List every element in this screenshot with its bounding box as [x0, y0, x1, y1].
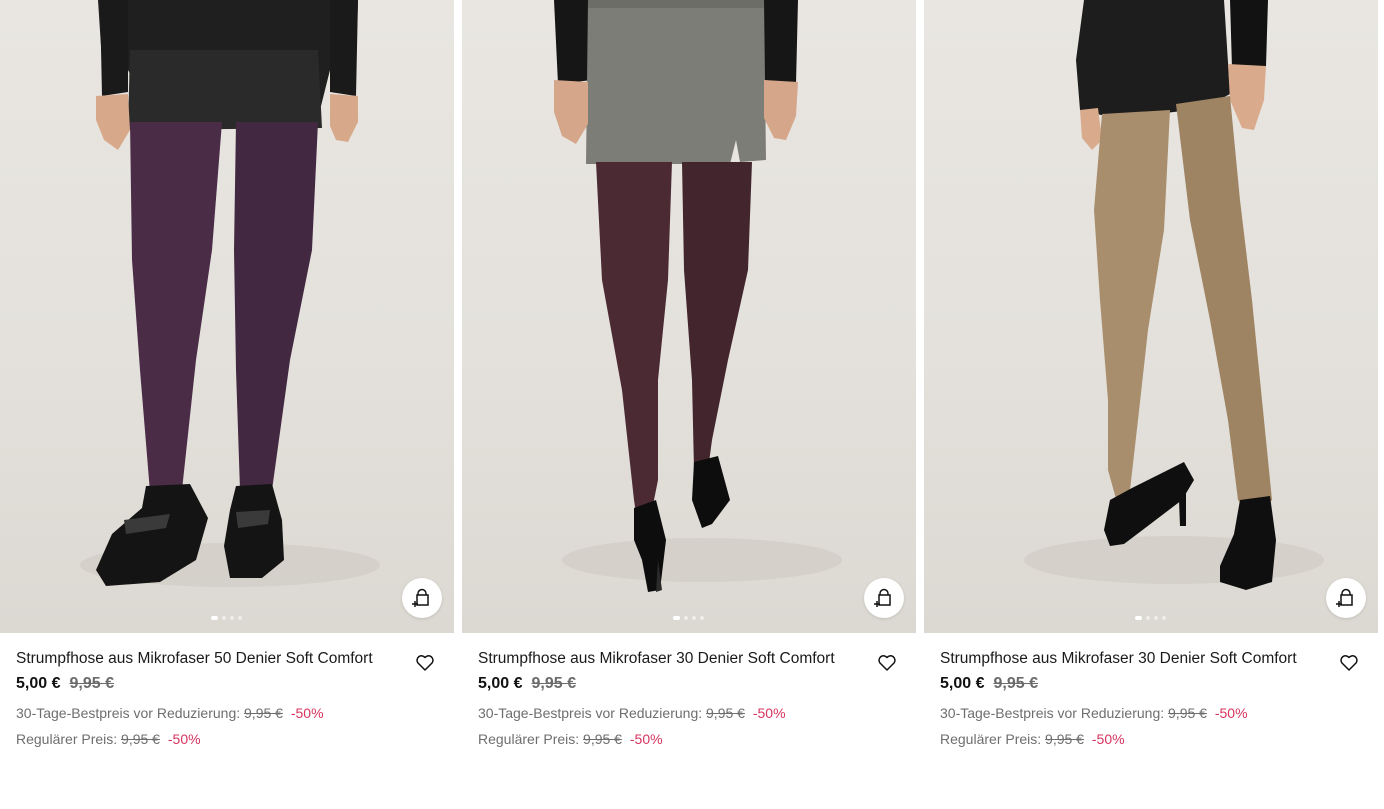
leg-left — [596, 162, 672, 540]
product-title[interactable]: Strumpfhose aus Mikrofaser 30 Denier Sof… — [478, 648, 838, 670]
product-card[interactable]: Strumpfhose aus Mikrofaser 50 Denier Sof… — [0, 0, 454, 809]
best-price-discount: -50% — [752, 705, 786, 721]
leg-left — [130, 122, 222, 492]
bag-plus-icon — [1336, 588, 1353, 607]
wishlist-button[interactable] — [1338, 652, 1360, 674]
best-price-label: 30-Tage-Bestpreis vor Reduzierung: — [940, 705, 1165, 721]
leg-right — [682, 162, 752, 470]
price-old: 9,95 € — [531, 675, 576, 692]
quick-add-button[interactable] — [864, 578, 904, 618]
leg-left — [1094, 110, 1170, 506]
product-info: Strumpfhose aus Mikrofaser 30 Denier Sof… — [478, 648, 898, 749]
regular-price-line: Regulärer Preis: 9,95 € -50% — [16, 729, 436, 749]
best-price-value: 9,95 € — [244, 705, 283, 721]
bag-plus-icon — [412, 588, 429, 607]
heart-icon — [1340, 655, 1358, 671]
carousel-dot[interactable] — [692, 616, 696, 620]
regular-price-label: Regulärer Preis: — [16, 731, 118, 747]
bag-plus-icon — [874, 588, 891, 607]
regular-price-label: Regulärer Preis: — [478, 731, 580, 747]
carousel-dot[interactable] — [222, 616, 226, 620]
product-card[interactable]: Strumpfhose aus Mikrofaser 30 Denier Sof… — [462, 0, 916, 809]
regular-price-line: Regulärer Preis: 9,95 € -50% — [478, 729, 898, 749]
heart-icon — [878, 655, 896, 671]
price-old: 9,95 € — [993, 675, 1038, 692]
best-price-line: 30-Tage-Bestpreis vor Reduzierung: 9,95 … — [940, 703, 1360, 723]
product-grid: Strumpfhose aus Mikrofaser 50 Denier Sof… — [0, 0, 1384, 809]
leg-right — [1176, 96, 1272, 520]
best-price-label: 30-Tage-Bestpreis vor Reduzierung: — [478, 705, 703, 721]
regular-price-discount: -50% — [167, 731, 201, 747]
quick-add-button[interactable] — [1326, 578, 1366, 618]
leg-right — [234, 122, 318, 490]
price-row: 5,00 € 9,95 € — [16, 673, 436, 695]
price-current: 5,00 € — [478, 675, 523, 692]
product-image[interactable] — [924, 0, 1378, 633]
product-image[interactable] — [0, 0, 454, 633]
carousel-dot[interactable] — [1162, 616, 1166, 620]
product-card[interactable]: Strumpfhose aus Mikrofaser 30 Denier Sof… — [924, 0, 1378, 809]
carousel-dots — [673, 616, 704, 620]
regular-price-value: 9,95 € — [583, 731, 622, 747]
product-photo — [80, 0, 380, 587]
carousel-dot[interactable] — [673, 616, 680, 620]
regular-price-label: Regulärer Preis: — [940, 731, 1042, 747]
price-current: 5,00 € — [16, 675, 61, 692]
regular-price-discount: -50% — [1091, 731, 1125, 747]
carousel-dots — [1135, 616, 1166, 620]
regular-price-value: 9,95 € — [121, 731, 160, 747]
carousel-dot[interactable] — [700, 616, 704, 620]
best-price-line: 30-Tage-Bestpreis vor Reduzierung: 9,95 … — [478, 703, 898, 723]
regular-price-value: 9,95 € — [1045, 731, 1084, 747]
best-price-value: 9,95 € — [1168, 705, 1207, 721]
regular-price-line: Regulärer Preis: 9,95 € -50% — [940, 729, 1360, 749]
price-current: 5,00 € — [940, 675, 985, 692]
heart-icon — [416, 655, 434, 671]
best-price-label: 30-Tage-Bestpreis vor Reduzierung: — [16, 705, 241, 721]
carousel-dot[interactable] — [1146, 616, 1150, 620]
product-photo — [554, 0, 842, 592]
regular-price-discount: -50% — [629, 731, 663, 747]
price-row: 5,00 € 9,95 € — [478, 673, 898, 695]
best-price-discount: -50% — [1214, 705, 1248, 721]
product-title[interactable]: Strumpfhose aus Mikrofaser 30 Denier Sof… — [940, 648, 1300, 670]
carousel-dot[interactable] — [211, 616, 218, 620]
best-price-line: 30-Tage-Bestpreis vor Reduzierung: 9,95 … — [16, 703, 436, 723]
carousel-dot[interactable] — [684, 616, 688, 620]
quick-add-button[interactable] — [402, 578, 442, 618]
best-price-value: 9,95 € — [706, 705, 745, 721]
product-title[interactable]: Strumpfhose aus Mikrofaser 50 Denier Sof… — [16, 648, 376, 670]
price-old: 9,95 € — [69, 675, 114, 692]
carousel-dot[interactable] — [1154, 616, 1158, 620]
wishlist-button[interactable] — [414, 652, 436, 674]
carousel-dot[interactable] — [238, 616, 242, 620]
product-image[interactable] — [462, 0, 916, 633]
best-price-discount: -50% — [290, 705, 324, 721]
product-info: Strumpfhose aus Mikrofaser 50 Denier Sof… — [16, 648, 436, 749]
product-info: Strumpfhose aus Mikrofaser 30 Denier Sof… — [940, 648, 1360, 749]
product-photo — [1024, 0, 1324, 590]
carousel-dots — [211, 616, 242, 620]
carousel-dot[interactable] — [230, 616, 234, 620]
price-row: 5,00 € 9,95 € — [940, 673, 1360, 695]
carousel-dot[interactable] — [1135, 616, 1142, 620]
wishlist-button[interactable] — [876, 652, 898, 674]
